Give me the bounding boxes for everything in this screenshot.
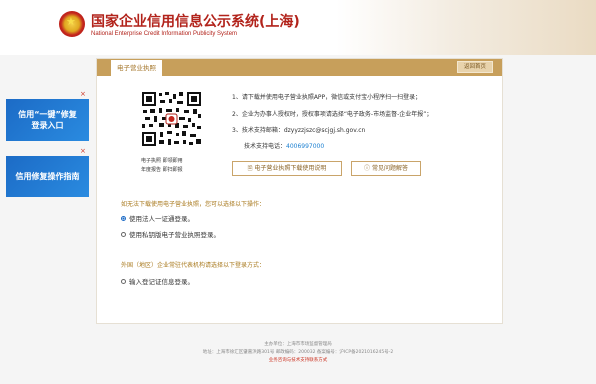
instruction-step-2: 2、企业为办事人授权时，授权事项请选择“电子政务-市场监督-企业年报”； [232,111,433,118]
site-header: ★ 国家企业信用信息公示系统(上海) National Enterprise C… [0,0,596,55]
radio-button-checked[interactable] [121,215,126,221]
faq-label: 常见问题解答 [371,165,408,172]
close-icon[interactable]: × [80,90,86,98]
tab-electronic-license[interactable]: 电子营业执照 [111,60,162,76]
alternative-login-heading: 如无法下载使用电子营业执照，您可以选择以下操作： [121,201,266,208]
qr-caption-line2: 年度报告 即扫即报 [141,167,183,173]
footer-support-link[interactable]: 业务咨询与技术支持联系方式 [0,357,596,365]
foreign-office-login-heading: 外国（地区）企业常驻代表机构请选择以下登录方式： [121,262,266,269]
qr-caption-line1: 电子执照 即领即用 [141,158,183,164]
option-private-key-license[interactable]: 使用私钥版电子营业执照登录。 [121,229,220,239]
option-registration-cert[interactable]: 输入登记证信息登录。 [121,276,194,286]
instruction-step-3: 3、技术支持邮箱：dzyyzzjszc@scjgj.sh.gov.cn [232,127,366,134]
credit-repair-login-banner[interactable]: 信用“一键”修复 登录入口 [6,99,89,141]
qr-code-image [140,90,203,148]
support-phone-label: 技术支持电话： [244,143,287,150]
help-icon: ⓘ [364,165,372,172]
banner-label-line1: 信用“一键”修复 [18,110,77,119]
site-footer: 主办单位：上海市市场监督管理局 地址：上海市徐汇区肇嘉浜路301号 邮政编码：2… [0,341,596,365]
footer-sponsor: 主办单位：上海市市场监督管理局 [264,342,332,347]
login-card: 电子营业执照 返回首页 电子执照 即领即用 年度报告 即扫即报 1、请下载并使用… [96,58,503,324]
support-phone-line: 技术支持电话：4006997000 [244,141,324,150]
header-skyline-background [336,0,596,55]
credit-repair-guide-banner[interactable]: 信用修复操作指南 [6,156,89,197]
license-download-guide-button[interactable]: 🗎 电子营业执照下载使用说明 [232,161,342,176]
instruction-step-1: 1、请下载并使用电子营业执照APP，微信或支付宝小程序扫一扫登录； [232,94,422,101]
faq-button[interactable]: ⓘ 常见问题解答 [351,161,421,176]
banner-label: 信用修复操作指南 [15,172,80,181]
radio-button[interactable] [121,278,126,284]
close-icon[interactable]: × [80,147,86,155]
download-guide-label: 电子营业执照下载使用说明 [254,165,327,172]
option-label: 使用私钥版电子营业执照登录。 [129,231,220,239]
card-header-bar: 电子营业执照 返回首页 [97,59,502,76]
option-legal-person-cert[interactable]: 使用法人一证通登录。 [121,213,194,223]
national-emblem-icon: ★ [59,11,85,37]
site-title: 国家企业信用信息公示系统(上海) [91,14,300,30]
support-phone-link[interactable]: 4006997000 [286,143,324,150]
banner-label-line2: 登录入口 [31,121,64,130]
back-to-home-button[interactable]: 返回首页 [457,61,493,73]
radio-button[interactable] [121,231,126,237]
qr-caption: 电子执照 即领即用 年度报告 即扫即报 [141,157,203,175]
option-label: 输入登记证信息登录。 [129,278,194,286]
option-label: 使用法人一证通登录。 [129,215,194,223]
footer-address: 地址：上海市徐汇区肇嘉浜路301号 邮政编码：200032 备案编号：沪ICP备… [202,350,394,355]
site-subtitle: National Enterprise Credit Information P… [91,31,238,37]
